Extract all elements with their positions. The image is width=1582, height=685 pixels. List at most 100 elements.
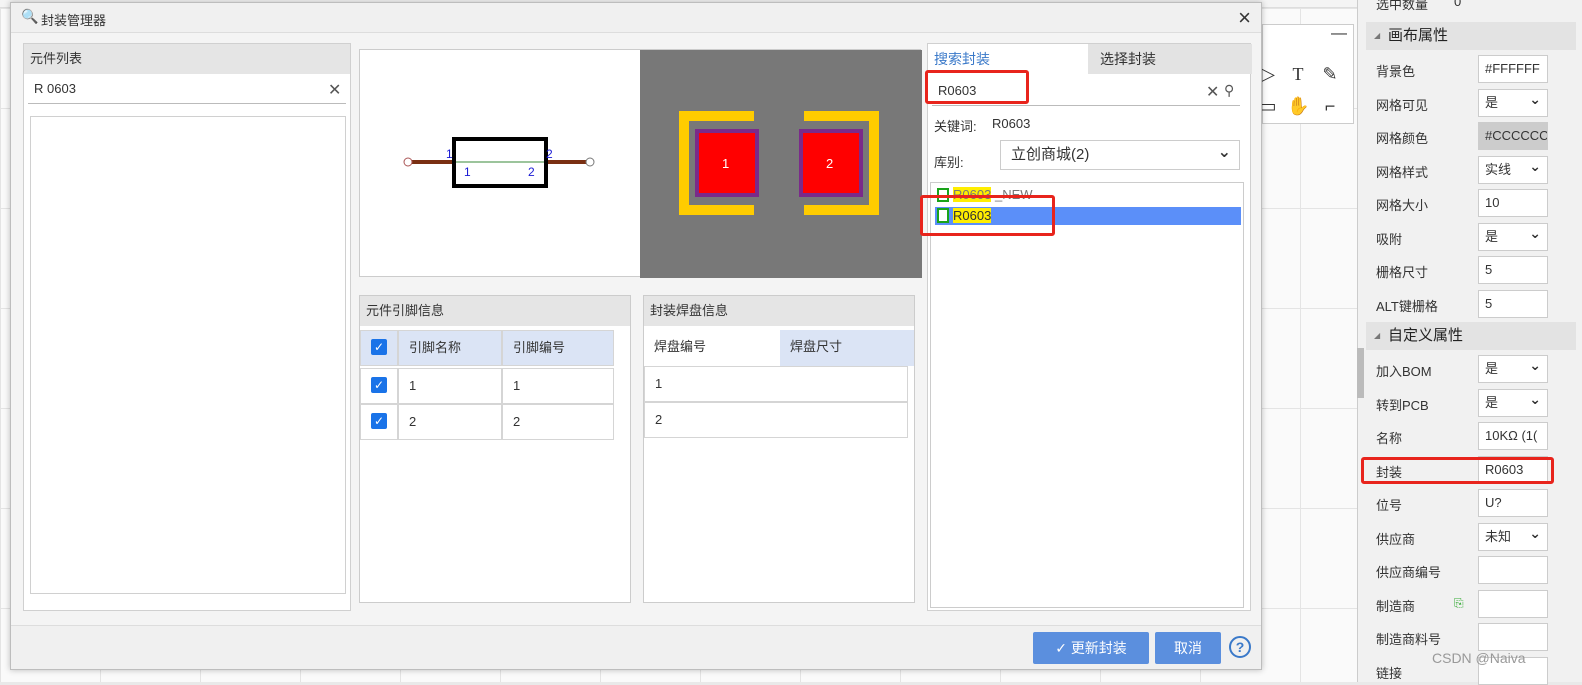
pin-end-left bbox=[403, 157, 413, 167]
property-label: 位号 bbox=[1376, 498, 1403, 513]
pad-info-heading: 封装焊盘信息 bbox=[644, 296, 914, 326]
property-label: 网格可见 bbox=[1376, 97, 1429, 113]
pad-size-header[interactable]: 焊盘尺寸 bbox=[780, 330, 914, 366]
property-field[interactable]: 是 bbox=[1478, 355, 1548, 383]
pin-name-header[interactable]: 引脚名称 bbox=[398, 330, 502, 366]
pin-number-cell[interactable]: 2 bbox=[502, 404, 614, 440]
dialog-title: 封装管理器 bbox=[41, 13, 107, 28]
library-label: 库别: bbox=[934, 155, 964, 170]
property-label: 供应商 bbox=[1376, 531, 1416, 547]
property-field[interactable]: 是 bbox=[1478, 88, 1548, 117]
tab-select-footprint[interactable]: 选择封装 bbox=[1088, 44, 1252, 74]
selection-count-value: 0 bbox=[1454, 0, 1462, 9]
pin-number-left: 1 bbox=[464, 165, 471, 179]
clear-icon[interactable]: ✕ bbox=[328, 80, 341, 100]
component-search-input[interactable]: R 0603 bbox=[28, 74, 346, 104]
pad-2-label: 2 bbox=[826, 156, 833, 171]
pad-1-label: 1 bbox=[722, 156, 729, 171]
highlight-box-footprint-property bbox=[1361, 457, 1554, 484]
property-panel: 选中数量 0 画布属性 背景色#FFFFFF网格可见是网格颜色#CCCCCC网格… bbox=[1357, 0, 1582, 685]
property-label: 网格大小 bbox=[1376, 198, 1429, 213]
custom-properties-header[interactable]: 自定义属性 bbox=[1366, 322, 1576, 350]
property-label: 加入BOM bbox=[1376, 364, 1432, 379]
property-field[interactable] bbox=[1478, 589, 1548, 618]
property-field[interactable]: 是 bbox=[1478, 388, 1548, 417]
pin-name-cell[interactable]: 2 bbox=[398, 404, 502, 440]
search-icon: 🔍 bbox=[21, 8, 39, 24]
pin-number-header[interactable]: 引脚编号 bbox=[502, 330, 614, 366]
pad-info-panel: 封装焊盘信息 焊盘编号 焊盘尺寸 12 bbox=[643, 295, 915, 603]
row-checkbox[interactable]: ✓ bbox=[371, 377, 387, 393]
search-icon[interactable]: ⚲ bbox=[1224, 82, 1234, 99]
row-checkbox[interactable]: ✓ bbox=[371, 413, 387, 429]
pad-number-header[interactable]: 焊盘编号 bbox=[644, 330, 780, 366]
library-select[interactable]: 立创商城(2) ⌄ bbox=[1000, 140, 1240, 170]
property-label: 转到PCB bbox=[1376, 397, 1429, 413]
footprint-results-list: R0603 _NEW R0603 bbox=[930, 182, 1244, 608]
keyword-label: 关键词: bbox=[934, 119, 977, 134]
watermark: CSDN @Naiva bbox=[1432, 650, 1526, 666]
pin-name-cell[interactable]: 1 bbox=[398, 368, 502, 404]
pad-number-cell[interactable]: 2 bbox=[644, 402, 908, 438]
property-label: 网格样式 bbox=[1376, 164, 1429, 180]
library-select-value: 立创商城(2) bbox=[1011, 146, 1090, 163]
drawing-tools-window: — ▷ T ✎ ▭ ✋ ⌐ bbox=[1259, 24, 1354, 124]
property-field[interactable] bbox=[1478, 556, 1548, 584]
pin-number-cell[interactable]: 1 bbox=[502, 368, 614, 404]
panel-collapse-handle[interactable] bbox=[1357, 348, 1364, 398]
property-label: ALT键栅格 bbox=[1376, 298, 1438, 314]
update-footprint-label: 更新封装 bbox=[1070, 640, 1127, 656]
preview-area: 1 2 1 2 1 2 bbox=[359, 49, 922, 278]
property-field[interactable]: 10 bbox=[1478, 189, 1548, 217]
property-field[interactable]: 10KΩ (1( bbox=[1478, 422, 1548, 450]
help-icon[interactable]: ? bbox=[1229, 636, 1251, 658]
property-field[interactable]: #CCCCCC bbox=[1478, 122, 1548, 150]
dialog-title-bar: 🔍 封装管理器 × bbox=[11, 3, 1261, 33]
property-field[interactable]: 未知 bbox=[1478, 522, 1548, 551]
footprint-manager-dialog: 🔍 封装管理器 × 元件列表 R 0603 ✕ 1 2 1 2 1 2 元件引脚… bbox=[10, 2, 1262, 670]
property-field[interactable]: 是 bbox=[1478, 222, 1548, 251]
component-list-panel: 元件列表 R 0603 ✕ bbox=[23, 43, 351, 611]
wire-corner-icon[interactable]: ⌐ bbox=[1319, 95, 1341, 117]
footprint-search-panel: 搜索封装 选择封装 R0603 ✕ ⚲ 关键词: R0603 库别: 立创商城(… bbox=[927, 43, 1252, 611]
property-label: 吸附 bbox=[1376, 231, 1403, 247]
row-checkbox-cell: ✓ bbox=[360, 368, 398, 404]
check-icon: ✓ bbox=[1055, 640, 1071, 656]
preview-column: 1 2 1 2 1 2 元件引脚信息 ✓ 引脚名称 引脚编号 ✓ 1 1 ✓ 2 2 bbox=[351, 43, 927, 611]
import-icon[interactable]: ⎘ bbox=[1454, 596, 1464, 611]
property-label: 制造商料号 bbox=[1376, 632, 1442, 647]
close-icon[interactable]: × bbox=[1238, 5, 1251, 31]
component-list-heading: 元件列表 bbox=[24, 44, 350, 74]
pin-label-left: 1 bbox=[446, 147, 453, 161]
highlight-box-search bbox=[925, 70, 1029, 104]
minimize-icon[interactable]: — bbox=[1331, 25, 1347, 43]
chevron-down-icon: ⌄ bbox=[1217, 144, 1231, 161]
text-tool-icon[interactable]: T bbox=[1287, 63, 1309, 85]
property-field[interactable] bbox=[1478, 623, 1548, 651]
clear-icon[interactable]: ✕ bbox=[1206, 82, 1219, 102]
property-field[interactable]: U? bbox=[1478, 489, 1548, 517]
canvas-properties-header[interactable]: 画布属性 bbox=[1366, 22, 1576, 50]
update-footprint-button[interactable]: ✓ 更新封装 bbox=[1033, 632, 1149, 664]
selection-count-label: 选中数量 bbox=[1376, 0, 1429, 12]
cancel-button[interactable]: 取消 bbox=[1155, 632, 1221, 664]
select-all-checkbox[interactable]: ✓ bbox=[371, 339, 387, 355]
pin-label-right: 2 bbox=[546, 147, 553, 161]
property-label: 背景色 bbox=[1376, 64, 1416, 79]
property-label: 名称 bbox=[1376, 431, 1403, 446]
pin-end-right bbox=[585, 157, 595, 167]
pin-info-panel: 元件引脚信息 ✓ 引脚名称 引脚编号 ✓ 1 1 ✓ 2 2 bbox=[359, 295, 631, 603]
pad-number-cell[interactable]: 1 bbox=[644, 366, 908, 402]
dialog-footer: ✓ 更新封装 取消 ? bbox=[11, 625, 1261, 669]
row-checkbox-cell: ✓ bbox=[360, 404, 398, 440]
hand-pan-icon[interactable]: ✋ bbox=[1287, 95, 1309, 117]
component-list[interactable] bbox=[30, 116, 346, 594]
pencil-icon[interactable]: ✎ bbox=[1319, 63, 1341, 85]
property-field[interactable]: 5 bbox=[1478, 256, 1548, 284]
preview-svg: 1 2 1 2 1 2 bbox=[403, 50, 922, 278]
property-label: 制造商 bbox=[1376, 598, 1416, 614]
highlight-box-result bbox=[920, 195, 1055, 236]
property-field[interactable]: 实线 bbox=[1478, 155, 1548, 184]
property-field[interactable]: #FFFFFF bbox=[1478, 55, 1548, 83]
property-field[interactable]: 5 bbox=[1478, 289, 1548, 318]
